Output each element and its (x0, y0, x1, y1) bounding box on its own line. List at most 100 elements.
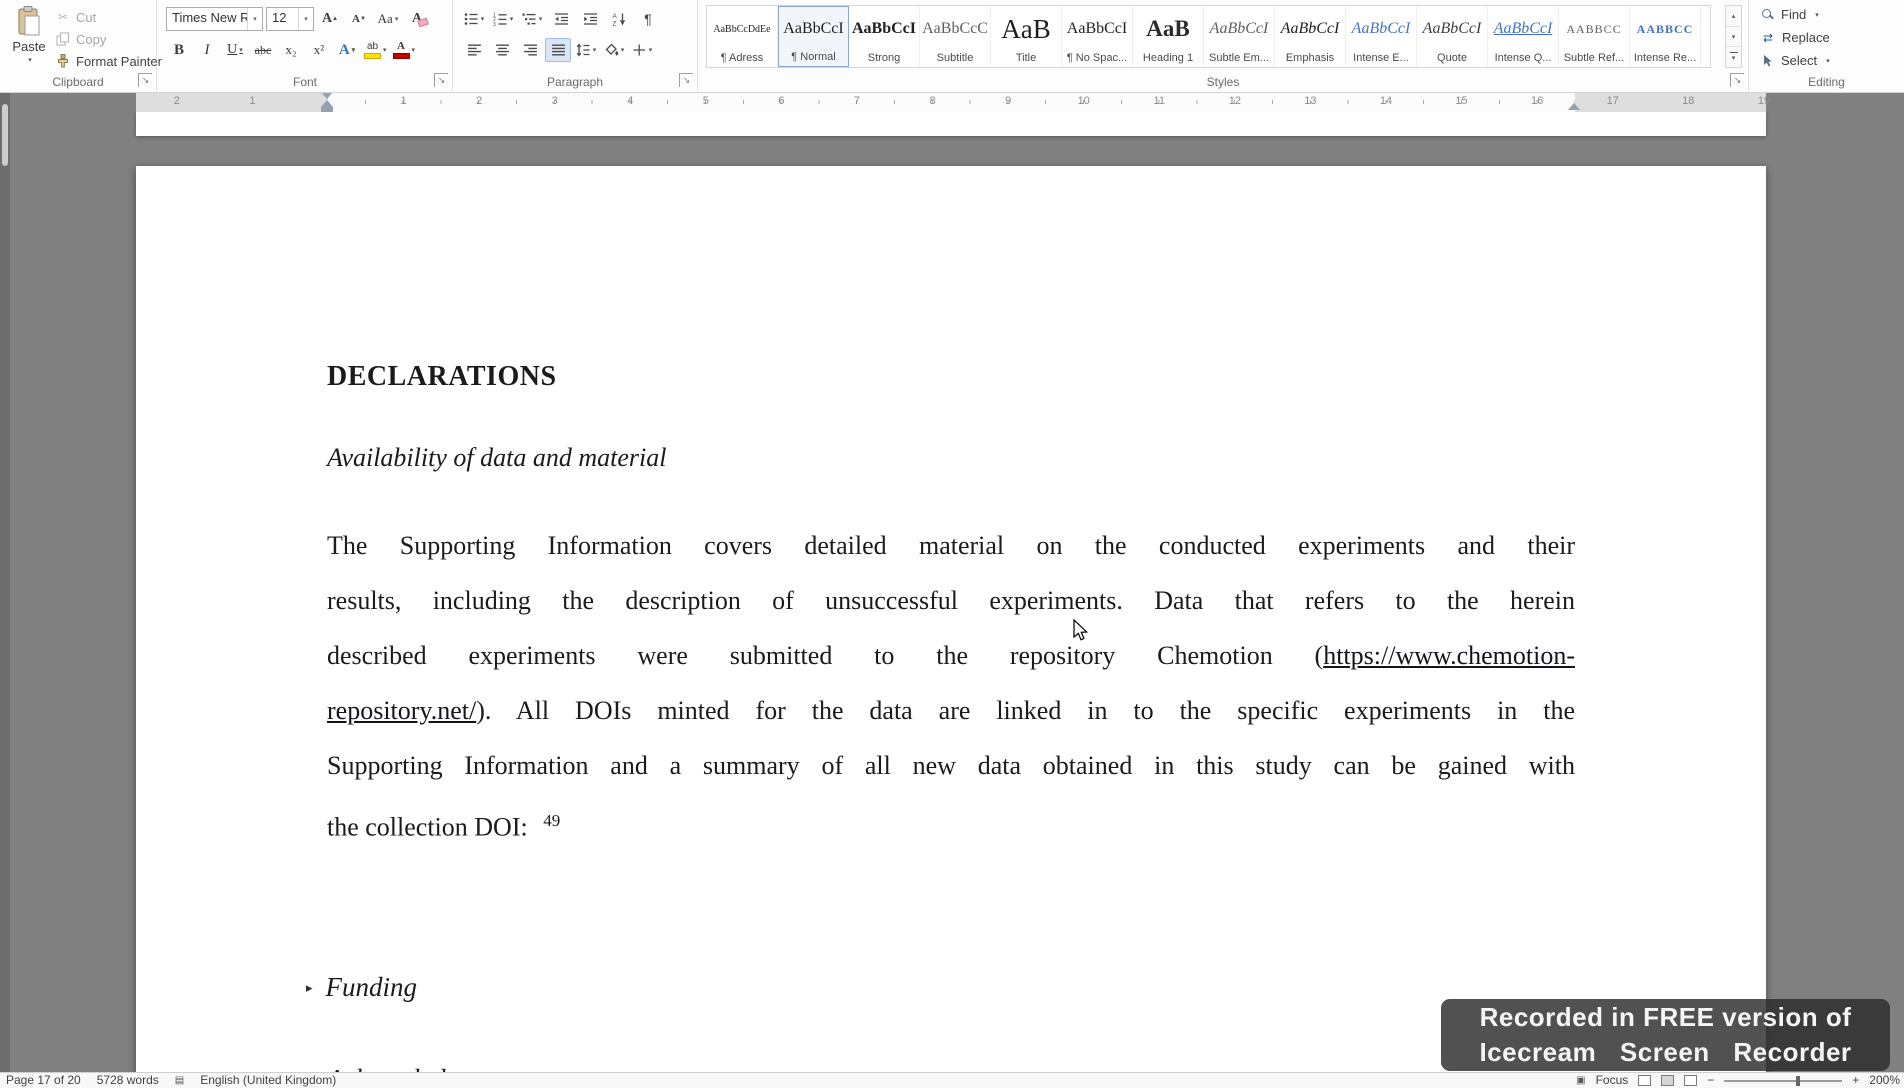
style-item-normal[interactable]: AaBbCcI¶ Normal (778, 6, 849, 67)
style-label: Intense Q... (1495, 52, 1552, 64)
numbering-button[interactable]: 1 2 3 ▾ (490, 7, 516, 31)
print-layout-button[interactable] (1661, 1075, 1674, 1086)
line-spacing-icon (576, 43, 591, 57)
decrease-indent-button[interactable] (548, 7, 574, 31)
styles-scroll-up-button[interactable]: ▴ (1726, 6, 1741, 27)
select-button[interactable]: Select ▾ (1761, 50, 1904, 71)
outline-collapse-triangle-icon[interactable]: ▸ (306, 980, 313, 996)
font-size-combobox[interactable]: 12 ▾ (266, 7, 314, 31)
styles-dialog-launcher-icon[interactable]: ↘ (1730, 73, 1744, 87)
increase-indent-button[interactable] (577, 7, 603, 31)
style-item-quote[interactable]: AaBbCcIQuote (1417, 6, 1488, 67)
text-effects-button[interactable]: A▾ (334, 38, 360, 62)
zoom-in-button[interactable]: + (1852, 1073, 1859, 1088)
font-name-combobox[interactable]: Times New Ro ▾ (166, 7, 263, 31)
line-spacing-button[interactable]: ▾ (573, 38, 599, 62)
style-item-title[interactable]: AaBTitle (991, 6, 1062, 67)
style-item-adress[interactable]: AaBbCcDdEe¶ Adress (707, 6, 778, 67)
style-label: Subtle Em... (1209, 52, 1269, 64)
style-preview: AaBbCcC (922, 6, 988, 52)
italic-button[interactable]: I (194, 38, 220, 62)
styles-more-button[interactable]: ▾ (1726, 47, 1741, 67)
find-button[interactable]: Find ▾ (1761, 4, 1904, 25)
highlight-color-button[interactable]: ab ▾ (362, 38, 389, 62)
justify-button[interactable] (545, 38, 571, 62)
style-item-emphasis[interactable]: AaBbCcIEmphasis (1275, 6, 1346, 67)
style-item-strong[interactable]: AaBbCcIStrong (849, 6, 920, 67)
clipboard-dialog-launcher-icon[interactable]: ↘ (138, 73, 152, 87)
sort-button[interactable]: AZ (606, 7, 632, 31)
paragraph-dialog-launcher-icon[interactable]: ↘ (679, 73, 693, 87)
web-layout-button[interactable] (1684, 1075, 1697, 1086)
chemotion-repository-link[interactable]: repository.net/ (327, 696, 476, 725)
borders-button[interactable]: ▾ (629, 38, 655, 62)
style-item-heading-1[interactable]: AaBHeading 1 (1133, 6, 1204, 67)
format-painter-button[interactable]: Format Painter (56, 50, 162, 72)
subscript-button[interactable]: x₂ (278, 38, 304, 62)
language-indicator[interactable]: English (United Kingdom) (200, 1073, 336, 1088)
style-preview: AaBbCcI (1423, 6, 1482, 52)
page-indicator[interactable]: Page 17 of 20 (6, 1073, 81, 1088)
style-item-intense-quote[interactable]: AaBbCcIIntense Q... (1488, 6, 1559, 67)
shading-button[interactable]: ▾ (601, 38, 627, 62)
grow-font-button[interactable]: A▲ (317, 7, 343, 31)
clear-formatting-button[interactable]: A (404, 7, 430, 31)
chevron-down-icon: ▾ (247, 8, 262, 30)
justify-icon (551, 43, 566, 57)
right-indent-marker[interactable] (1568, 103, 1580, 110)
document-page[interactable]: DECLARATIONS Availability of data and ma… (136, 166, 1766, 1073)
show-hide-formatting-button[interactable]: ¶ (635, 7, 661, 31)
paragraph-line: The Supporting Information covers detail… (327, 518, 1575, 573)
style-preview: AaBbCcI (1281, 6, 1340, 52)
style-item-subtle-emphasis[interactable]: AaBbCcISubtle Em... (1204, 6, 1275, 67)
read-mode-button[interactable] (1638, 1075, 1651, 1086)
shrink-font-button[interactable]: A▼ (346, 7, 372, 31)
style-preview: AaBbCcI (1067, 6, 1127, 52)
font-color-button[interactable]: A ▾ (391, 38, 418, 62)
word-count[interactable]: 5728 words (97, 1073, 159, 1088)
superscript-button[interactable]: x² (306, 38, 332, 62)
cut-button[interactable]: ✂ Cut (56, 6, 162, 28)
font-dialog-launcher-icon[interactable]: ↘ (434, 73, 448, 87)
bullets-button[interactable]: ▾ (461, 7, 487, 31)
align-left-button[interactable] (461, 38, 487, 62)
left-indent-marker[interactable] (321, 107, 333, 112)
chevron-down-icon: ▾ (28, 56, 32, 64)
ruler-page-area (136, 92, 1766, 112)
left-scrollbar-thumb[interactable] (2, 104, 8, 166)
first-line-indent-marker[interactable] (321, 92, 333, 99)
proofing-status-icon[interactable]: ▤ (175, 1073, 184, 1088)
copy-button[interactable]: Copy (56, 28, 162, 50)
focus-mode-button[interactable]: Focus (1596, 1073, 1629, 1088)
styles-scroll-down-button[interactable]: ▾ (1726, 27, 1741, 48)
screen-recorder-watermark: Recorded in FREE version of Icecream Scr… (1441, 999, 1890, 1071)
hanging-indent-marker[interactable] (321, 100, 333, 107)
zoom-slider[interactable] (1724, 1080, 1842, 1082)
underline-button[interactable]: U▾ (222, 38, 248, 62)
chemotion-repository-link[interactable]: https://www.chemotion- (1323, 641, 1575, 670)
paste-button[interactable]: Paste ▾ (6, 5, 52, 77)
bold-button[interactable]: B (166, 38, 192, 62)
zoom-slider-thumb[interactable] (1796, 1076, 1800, 1086)
strikethrough-button[interactable]: abc (250, 38, 276, 62)
watermark-line1: Recorded in FREE version of (1480, 1000, 1852, 1035)
zoom-out-button[interactable]: − (1707, 1073, 1714, 1088)
style-item-no-spacing[interactable]: AaBbCcI¶ No Spac... (1062, 6, 1133, 67)
paragraph-line: the collection DOI: 49 (327, 793, 1575, 855)
align-right-button[interactable] (517, 38, 543, 62)
replace-button[interactable]: ⇄ Replace (1761, 27, 1904, 48)
style-item-subtle-reference[interactable]: AABBCCSubtle Ref... (1559, 6, 1630, 67)
multilevel-list-button[interactable]: ▾ (519, 7, 545, 31)
replace-label: Replace (1782, 30, 1830, 45)
left-scrollbar[interactable] (0, 92, 10, 1073)
document-canvas: DECLARATIONS Availability of data and ma… (0, 112, 1904, 1073)
ruler-number: 2 (476, 95, 482, 107)
style-item-subtitle[interactable]: AaBbCcCSubtitle (920, 6, 991, 67)
style-item-intense-reference[interactable]: AABBCCIntense Re... (1630, 6, 1701, 67)
align-center-button[interactable] (489, 38, 515, 62)
zoom-level[interactable]: 200% (1869, 1073, 1900, 1088)
style-item-intense-emphasis[interactable]: AaBbCcIIntense E... (1346, 6, 1417, 67)
change-case-button[interactable]: Aa▾ (375, 7, 401, 31)
numbering-icon: 1 2 3 (493, 12, 508, 26)
ruler-number: 17 (1607, 95, 1619, 107)
